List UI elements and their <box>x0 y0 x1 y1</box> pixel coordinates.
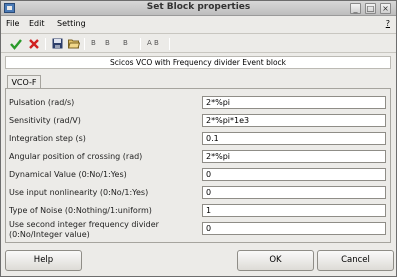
field-label: Angular position of crossing (rad) <box>9 152 143 161</box>
field-label: Use input nonlinearity (0:No/1:Yes) <box>9 188 149 197</box>
pulsation-input[interactable]: 2*%pi <box>202 96 386 109</box>
toolbar: B B B A B <box>1 33 396 53</box>
field-label: Integration step (s) <box>9 134 86 143</box>
frequency-divider-input[interactable]: 0 <box>202 222 386 235</box>
cancel-x-icon[interactable] <box>27 37 40 50</box>
sensitivity-input[interactable]: 2*%pi*1e3 <box>202 114 386 127</box>
noise-type-input[interactable]: 1 <box>202 204 386 217</box>
field-label: Dynamical Value (0:No/1:Yes) <box>9 170 127 179</box>
input-nonlinearity-input[interactable]: 0 <box>202 186 386 199</box>
close-icon[interactable]: × <box>380 3 391 14</box>
menu-file[interactable]: File <box>6 19 19 28</box>
angular-position-input[interactable]: 2*%pi <box>202 150 386 163</box>
dynamical-value-input[interactable]: 0 <box>202 168 386 181</box>
integration-step-input[interactable]: 0.1 <box>202 132 386 145</box>
block-description: Scicos VCO with Frequency divider Event … <box>5 56 391 69</box>
menu-bar: File Edit Setting ? <box>1 17 396 31</box>
help-button[interactable]: Help <box>5 250 82 271</box>
field-label: Sensitivity (rad/V) <box>9 116 81 125</box>
find-replace-icon[interactable]: A B <box>147 39 159 47</box>
save-icon[interactable] <box>51 37 64 50</box>
menu-setting[interactable]: Setting <box>57 19 86 28</box>
maximize-icon[interactable]: □ <box>365 3 376 14</box>
ok-check-icon[interactable] <box>9 37 22 50</box>
paste-icon[interactable]: B <box>123 39 128 47</box>
tab-vco-f[interactable]: VCO-F <box>7 75 41 89</box>
menu-edit[interactable]: Edit <box>29 19 45 28</box>
field-label: Use second integer frequency divider <box>9 220 159 229</box>
menu-help[interactable]: ? <box>386 19 390 28</box>
copy-icon[interactable]: B <box>105 39 110 47</box>
ok-button[interactable]: OK <box>237 250 314 271</box>
window-title: Set Block properties <box>146 2 251 12</box>
field-label-line2: (0:No/Integer value) <box>9 230 90 239</box>
cut-icon[interactable]: B <box>91 39 96 47</box>
open-folder-icon[interactable] <box>67 37 80 50</box>
dialog-window: Set Block properties _ □ × File Edit Set… <box>0 0 397 277</box>
field-label: Type of Noise (0:Nothing/1:uniform) <box>9 206 152 215</box>
minimize-icon[interactable]: _ <box>350 3 361 14</box>
title-bar[interactable]: Set Block properties _ □ × <box>1 1 396 16</box>
cancel-button[interactable]: Cancel <box>317 250 394 271</box>
field-label: Pulsation (rad/s) <box>9 98 75 107</box>
